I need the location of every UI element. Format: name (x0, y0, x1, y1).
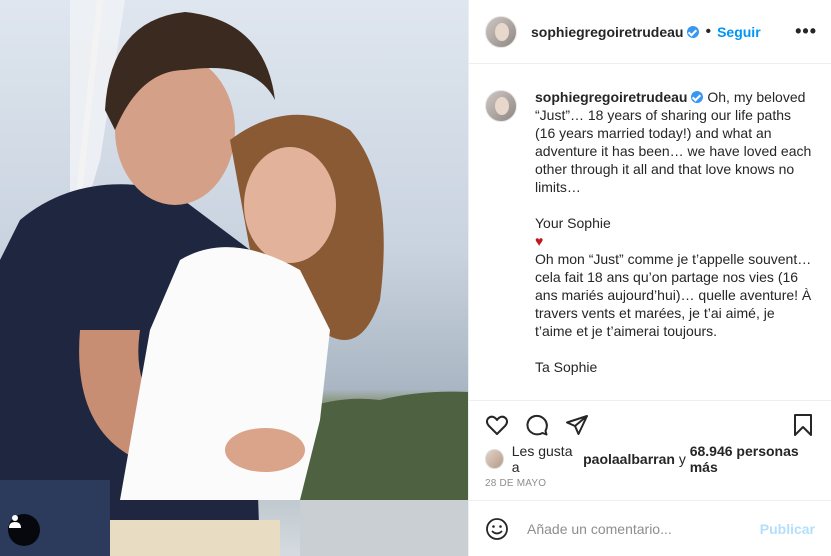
tagged-user-icon[interactable] (8, 514, 40, 546)
verified-badge-icon (691, 91, 704, 103)
post-photo[interactable] (0, 0, 468, 556)
post-date[interactable]: 28 DE MAYO (485, 478, 546, 489)
photo-illustration (0, 0, 468, 556)
author-avatar[interactable] (485, 15, 517, 48)
publish-button[interactable]: Publicar (760, 521, 815, 537)
caption: sophiegregoiretrudeau Oh, my beloved “Ju… (535, 88, 815, 376)
caption-avatar[interactable] (485, 90, 517, 122)
emoji-icon[interactable] (485, 517, 509, 541)
likes-summary[interactable]: Les gusta a paolaalbarran y 68.946 perso… (485, 443, 821, 475)
caption-area[interactable]: sophiegregoiretrudeau Oh, my beloved “Ju… (469, 64, 831, 400)
caption-username[interactable]: sophiegregoiretrudeau (535, 89, 687, 105)
comment-bar: Publicar (469, 500, 831, 556)
caption-signoff-fr: Ta Sophie (535, 359, 598, 375)
author-username[interactable]: sophiegregoiretrudeau (531, 24, 700, 40)
likes-connector: y (678, 451, 686, 467)
comment-input[interactable] (525, 519, 760, 538)
action-bar (469, 400, 831, 448)
heart-emoji-icon: ♥ (535, 233, 544, 249)
more-options-icon[interactable]: ••• (795, 21, 817, 42)
separator-dot: • (705, 22, 712, 40)
post-side-panel: sophiegregoiretrudeau • Seguir ••• sophi… (468, 0, 831, 556)
likes-prefix: Les gusta a (511, 443, 573, 475)
liker-username[interactable]: paolaalbarran (583, 451, 675, 467)
post-header: sophiegregoiretrudeau • Seguir ••• (469, 0, 831, 64)
likes-others-count[interactable]: 68.946 personas más (690, 443, 821, 475)
follow-button[interactable]: Seguir (717, 24, 761, 40)
caption-text-fr: Oh mon “Just” comme je t’appelle souvent… (535, 251, 812, 339)
bookmark-icon[interactable] (791, 413, 815, 437)
like-heart-icon[interactable] (485, 413, 509, 437)
caption-signoff-en: Your Sophie (535, 215, 611, 231)
comment-icon[interactable] (525, 413, 549, 437)
share-icon[interactable] (565, 413, 589, 437)
verified-badge-icon (687, 25, 700, 38)
liker-avatar[interactable] (485, 449, 504, 469)
person-icon (9, 515, 21, 528)
